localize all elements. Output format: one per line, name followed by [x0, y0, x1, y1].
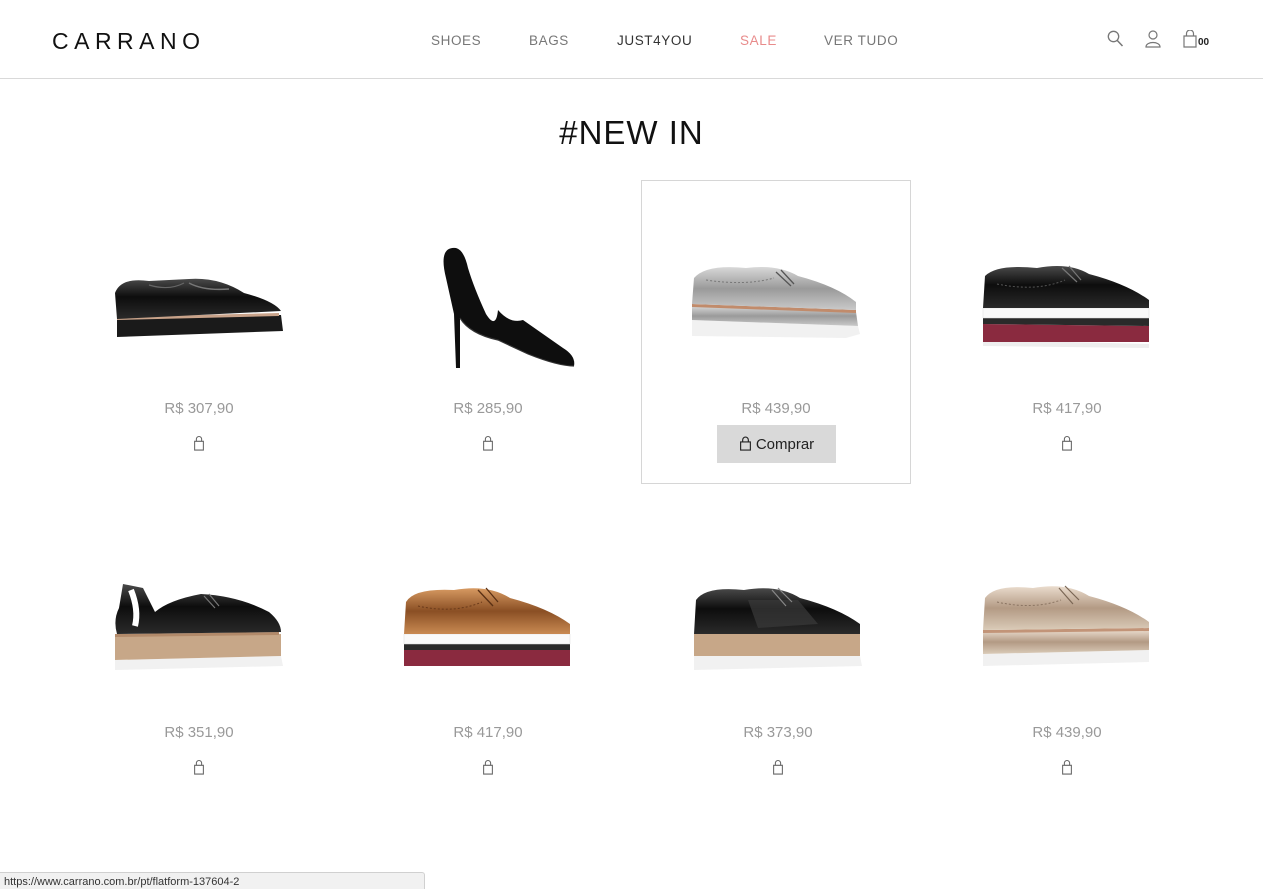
buy-button[interactable]: Comprar — [717, 425, 836, 463]
product-card[interactable]: R$ 417,90 — [932, 181, 1202, 485]
shoe-image — [403, 587, 571, 666]
product-price: R$ 373,90 — [743, 724, 813, 741]
product-image[interactable] — [932, 555, 1202, 705]
main-nav: SHOES BAGS JUST4YOU SALE VER TUDO — [0, 33, 1263, 49]
shoe-image — [115, 584, 283, 670]
site-header: CARRANO SHOES BAGS JUST4YOU SALE VER TUD… — [0, 0, 1263, 79]
shopping-bag-icon[interactable] — [1182, 30, 1198, 48]
shopping-bag-icon — [739, 436, 751, 451]
browser-status-bar: https://www.carrano.com.br/pt/flatform-1… — [0, 872, 425, 889]
product-image[interactable] — [64, 231, 334, 381]
nav-item-ver-tudo[interactable]: VER TUDO — [824, 33, 898, 48]
add-to-bag-icon[interactable] — [481, 759, 495, 776]
product-card[interactable]: R$ 285,90 — [353, 181, 623, 485]
shoe-image — [115, 278, 283, 337]
cart-count[interactable]: 00 — [1198, 37, 1209, 48]
product-price: R$ 439,90 — [741, 400, 811, 417]
shoe-image — [982, 265, 1150, 348]
product-image[interactable] — [932, 231, 1202, 381]
nav-item-just4you[interactable]: JUST4YOU — [617, 33, 692, 48]
product-price: R$ 285,90 — [453, 400, 523, 417]
shoe-image — [443, 247, 575, 368]
add-to-bag-icon[interactable] — [771, 759, 785, 776]
product-price: R$ 351,90 — [164, 724, 234, 741]
add-to-bag-icon[interactable] — [1060, 435, 1074, 452]
page-title: #NEW IN — [559, 114, 704, 151]
product-card-hovered[interactable]: R$ 439,90 Comprar — [641, 180, 911, 484]
product-image[interactable] — [642, 231, 910, 381]
nav-item-shoes[interactable]: SHOES — [431, 33, 481, 48]
product-card[interactable]: R$ 307,90 — [64, 181, 334, 485]
product-image[interactable] — [643, 555, 913, 705]
nav-item-sale[interactable]: SALE — [740, 33, 777, 48]
product-card[interactable]: R$ 417,90 — [353, 505, 623, 809]
product-image[interactable] — [64, 555, 334, 705]
shoe-image — [692, 267, 860, 338]
product-card[interactable]: R$ 351,90 — [64, 505, 334, 809]
add-to-bag-icon[interactable] — [192, 435, 206, 452]
product-price: R$ 307,90 — [164, 400, 234, 417]
shoe-image — [694, 587, 862, 670]
add-to-bag-icon[interactable] — [1060, 759, 1074, 776]
buy-button-label: Comprar — [755, 435, 815, 453]
product-price: R$ 439,90 — [1032, 724, 1102, 741]
add-to-bag-icon[interactable] — [481, 435, 495, 452]
nav-item-bags[interactable]: BAGS — [529, 33, 569, 48]
product-price: R$ 417,90 — [453, 724, 523, 741]
shoe-image — [983, 585, 1149, 666]
product-image[interactable] — [353, 555, 623, 705]
add-to-bag-icon[interactable] — [192, 759, 206, 776]
product-price: R$ 417,90 — [1032, 400, 1102, 417]
product-card[interactable]: R$ 439,90 — [932, 505, 1202, 809]
search-icon[interactable] — [1107, 30, 1124, 48]
product-card[interactable]: R$ 373,90 — [643, 505, 913, 809]
product-image[interactable] — [353, 231, 623, 381]
user-icon[interactable] — [1145, 30, 1161, 48]
